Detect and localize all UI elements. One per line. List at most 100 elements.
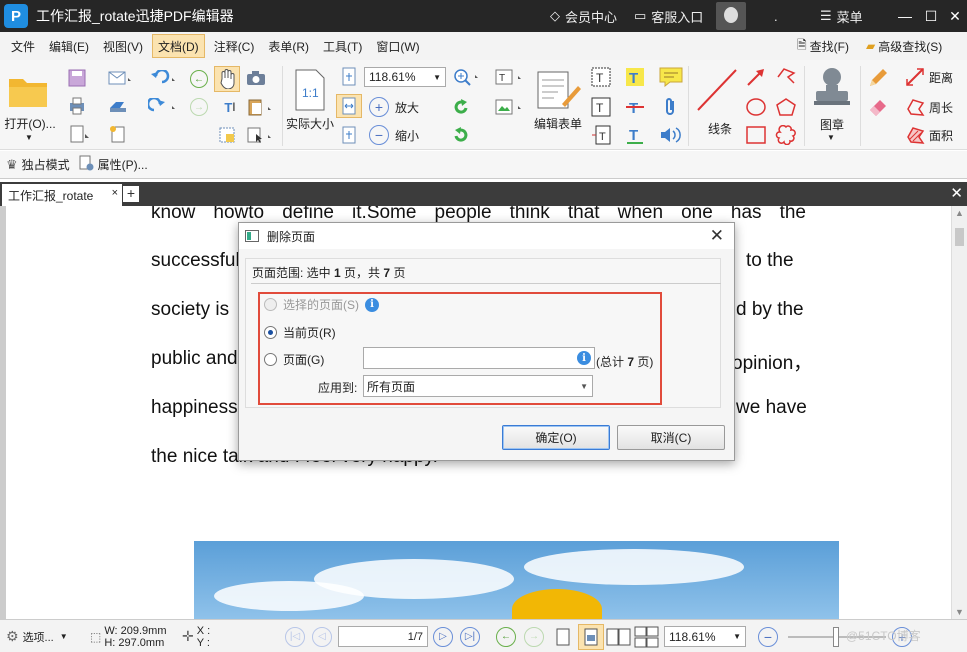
scroll-up-icon[interactable]: ▲ xyxy=(955,208,964,218)
back-icon[interactable]: ← xyxy=(188,68,210,90)
add-tab-icon[interactable]: + xyxy=(123,186,139,202)
tab-close-icon[interactable]: × xyxy=(112,187,118,199)
open-folder-icon[interactable] xyxy=(6,70,52,110)
next-page-button[interactable]: ▷ xyxy=(433,620,453,652)
rotate-left-icon[interactable] xyxy=(450,96,472,118)
save-icon[interactable] xyxy=(66,68,88,88)
menu-tools[interactable]: 工具(T) xyxy=(318,34,367,58)
exclusive-mode-button[interactable]: 独占模式 xyxy=(22,156,70,173)
menu-window[interactable]: 窗口(W) xyxy=(371,34,424,58)
distance-button[interactable]: 距离 xyxy=(898,66,960,88)
close-window-button[interactable]: ✕ xyxy=(940,0,967,32)
actual-size-button[interactable]: 实际大小 xyxy=(284,116,336,131)
polygon-tool-icon[interactable] xyxy=(774,96,798,118)
main-menu-button[interactable]: ☰ 菜单 xyxy=(820,0,863,32)
ok-button[interactable]: 确定(O) xyxy=(502,425,610,450)
select-tool-icon[interactable] xyxy=(244,124,278,146)
area-button[interactable]: 面积 xyxy=(898,124,960,146)
sound-icon[interactable] xyxy=(658,124,684,146)
document-icon[interactable] xyxy=(66,124,94,144)
continuous-page-button[interactable] xyxy=(578,620,604,652)
cloud-tool-icon[interactable] xyxy=(774,124,798,146)
menu-comment[interactable]: 注释(C) xyxy=(209,34,260,58)
previous-page-button[interactable]: ◁ xyxy=(312,620,332,652)
strikeout-text-icon[interactable]: T xyxy=(624,96,646,118)
status-zoom-combobox[interactable]: 118.61% ▼ xyxy=(664,626,746,647)
single-page-button[interactable] xyxy=(554,620,572,652)
perimeter-button[interactable]: 周长 xyxy=(898,96,960,118)
close-all-tabs-icon[interactable]: ✕ xyxy=(950,184,963,202)
support-button[interactable]: ▭ 客服入口 xyxy=(634,0,703,32)
underline-text-icon[interactable]: T xyxy=(624,124,646,146)
properties-button[interactable]: 属性(P)... xyxy=(98,156,148,173)
history-back-button[interactable]: ← xyxy=(496,620,516,652)
scroll-down-icon[interactable]: ▼ xyxy=(955,607,964,617)
text-select-icon[interactable]: TI xyxy=(214,96,246,118)
polyline-tool-icon[interactable] xyxy=(774,66,798,88)
sticky-note-icon[interactable] xyxy=(658,66,684,88)
textbox-icon[interactable]: T xyxy=(590,96,612,118)
scrollbar-thumb[interactable] xyxy=(955,228,964,246)
callout-icon[interactable]: T xyxy=(590,124,612,146)
hand-tool-icon[interactable] xyxy=(214,66,240,92)
menu-form[interactable]: 表单(R) xyxy=(263,34,314,58)
highlight-text-icon[interactable]: T xyxy=(624,66,646,88)
undo-icon[interactable] xyxy=(146,68,180,88)
clipboard-icon[interactable] xyxy=(244,96,278,118)
menu-file[interactable]: 文件 xyxy=(6,34,40,58)
print-icon[interactable] xyxy=(66,96,88,116)
open-dropdown-icon[interactable]: ▼ xyxy=(22,132,36,142)
ellipse-tool-icon[interactable] xyxy=(744,96,768,118)
new-document-icon[interactable] xyxy=(106,124,134,144)
attachment-icon[interactable] xyxy=(658,96,684,118)
arrow-tool-icon[interactable] xyxy=(744,66,768,88)
find-button[interactable]: 🗎 查找(F) xyxy=(797,32,849,60)
eraser-icon[interactable] xyxy=(866,94,890,118)
text-field-icon[interactable]: T xyxy=(492,66,526,88)
stamp-icon[interactable] xyxy=(810,64,854,114)
pencil-icon[interactable] xyxy=(866,66,890,90)
fit-width-icon[interactable] xyxy=(336,94,362,118)
zoom-in-button[interactable]: + 放大 xyxy=(364,96,424,118)
document-tab[interactable]: 工作汇报_rotate × xyxy=(2,184,122,206)
menu-view[interactable]: 视图(V) xyxy=(98,34,148,58)
edit-form-button[interactable]: 编辑表单 xyxy=(530,116,586,131)
cancel-button[interactable]: 取消(C) xyxy=(617,425,725,450)
history-forward-button[interactable]: → xyxy=(524,620,544,652)
zoom-out-button[interactable]: − 缩小 xyxy=(364,124,424,146)
stamp-dropdown-icon[interactable]: ▼ xyxy=(824,132,838,142)
line-tool-icon[interactable] xyxy=(694,66,740,114)
dialog-close-icon[interactable]: ✕ xyxy=(710,226,724,246)
forward-icon[interactable]: → xyxy=(188,96,210,118)
advanced-find-button[interactable]: ▰ 高级查找(S) xyxy=(866,32,942,60)
zoom-magnifier-icon[interactable] xyxy=(450,66,484,88)
user-avatar[interactable] xyxy=(716,2,746,30)
page-number-input[interactable]: 1/7 xyxy=(338,626,428,647)
zoom-combobox[interactable]: 118.61% ▼ xyxy=(364,67,446,87)
line-tool-button[interactable]: 线条 xyxy=(700,120,740,136)
fit-page-icon[interactable] xyxy=(338,66,360,88)
snapshot-select-icon[interactable] xyxy=(214,124,244,146)
status-zoom-out-button[interactable]: − xyxy=(758,620,778,652)
menu-edit[interactable]: 编辑(E) xyxy=(44,34,94,58)
email-icon[interactable] xyxy=(106,68,134,88)
member-center-button[interactable]: ◇ 会员中心 xyxy=(550,0,617,32)
open-button[interactable]: 打开(O)... xyxy=(2,116,58,131)
rotate-right-icon[interactable] xyxy=(450,124,472,146)
last-page-button[interactable]: ▷| xyxy=(460,620,480,652)
continuous-facing-button[interactable] xyxy=(634,620,660,652)
typewriter-icon[interactable]: T xyxy=(590,66,612,88)
actual-size-icon[interactable]: 1:1 xyxy=(290,68,330,112)
rectangle-tool-icon[interactable] xyxy=(744,124,768,146)
first-page-button[interactable]: |◁ xyxy=(285,620,305,652)
stamp-button[interactable]: 图章 xyxy=(810,116,854,132)
menu-document[interactable]: 文档(D) xyxy=(152,34,205,58)
zoom-slider-thumb[interactable] xyxy=(833,627,839,647)
vertical-scrollbar[interactable]: ▲ ▼ xyxy=(951,206,967,619)
scan-icon[interactable] xyxy=(106,96,134,116)
edit-form-icon[interactable] xyxy=(534,68,584,112)
redo-icon[interactable] xyxy=(146,96,180,116)
camera-icon[interactable] xyxy=(244,68,268,88)
facing-pages-button[interactable] xyxy=(606,620,632,652)
options-button[interactable]: ⚙ 选项... ▼ xyxy=(6,620,68,652)
